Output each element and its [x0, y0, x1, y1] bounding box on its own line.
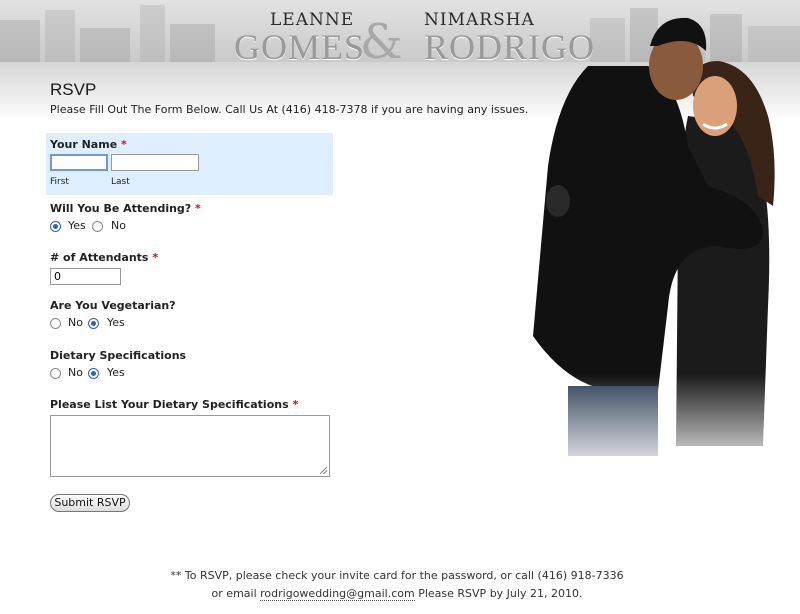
vegetarian-yes-label[interactable]: Yes: [107, 316, 125, 329]
attending-yes-label[interactable]: Yes: [68, 219, 86, 232]
attending-yes-radio[interactable]: [50, 221, 61, 232]
dietary-list-label: Please List Your Dietary Specifications …: [50, 398, 299, 411]
footer-contact: or email rodrigowedding@gmail.com Please…: [0, 587, 794, 601]
first-name-input[interactable]: [50, 154, 108, 171]
dietary-yes-label[interactable]: Yes: [107, 366, 125, 379]
required-asterisk: *: [195, 202, 201, 215]
last-name-input[interactable]: [111, 154, 199, 171]
required-asterisk: *: [121, 138, 127, 151]
vegetarian-yes-radio[interactable]: [88, 318, 99, 329]
vegetarian-no-radio[interactable]: [50, 318, 61, 329]
attendants-input[interactable]: [50, 268, 121, 285]
page-title: RSVP: [50, 80, 97, 99]
form-instructions: Please Fill Out The Form Below. Call Us …: [50, 103, 529, 116]
submit-rsvp-button[interactable]: Submit RSVP: [50, 494, 130, 512]
bride-last-name: GOMES: [234, 27, 366, 62]
attending-no-label[interactable]: No: [111, 219, 126, 232]
couple-photo: [528, 6, 790, 478]
ampersand: &: [360, 14, 403, 62]
required-asterisk: *: [152, 251, 159, 264]
last-name-sublabel: Last: [111, 177, 130, 187]
email-link[interactable]: rodrigowedding@gmail.com: [260, 587, 415, 601]
dietary-list-textarea[interactable]: [50, 415, 330, 477]
attending-label: Will You Be Attending? *: [50, 202, 201, 215]
vegetarian-label: Are You Vegetarian?: [50, 299, 176, 312]
dietary-yes-radio[interactable]: [88, 368, 99, 379]
couple-names-logo: LEANNE GOMES & NIMARSHA RODRIGO: [230, 8, 594, 62]
dietary-no-label[interactable]: No: [68, 366, 83, 379]
required-asterisk: *: [292, 398, 299, 411]
footer-deadline: Please RSVP by July 21, 2010.: [418, 587, 583, 600]
vegetarian-no-label[interactable]: No: [68, 316, 83, 329]
attending-no-radio[interactable]: [92, 221, 103, 232]
your-name-label: Your Name *: [50, 138, 127, 151]
dietary-no-radio[interactable]: [50, 368, 61, 379]
first-name-sublabel: First: [50, 177, 69, 187]
footer-email-prefix: or email: [211, 587, 257, 600]
attendants-label: # of Attendants *: [50, 251, 159, 264]
footer-note: ** To RSVP, please check your invite car…: [170, 569, 624, 582]
resize-grip-icon[interactable]: [320, 467, 327, 474]
dietary-specs-label: Dietary Specifications: [50, 349, 187, 362]
